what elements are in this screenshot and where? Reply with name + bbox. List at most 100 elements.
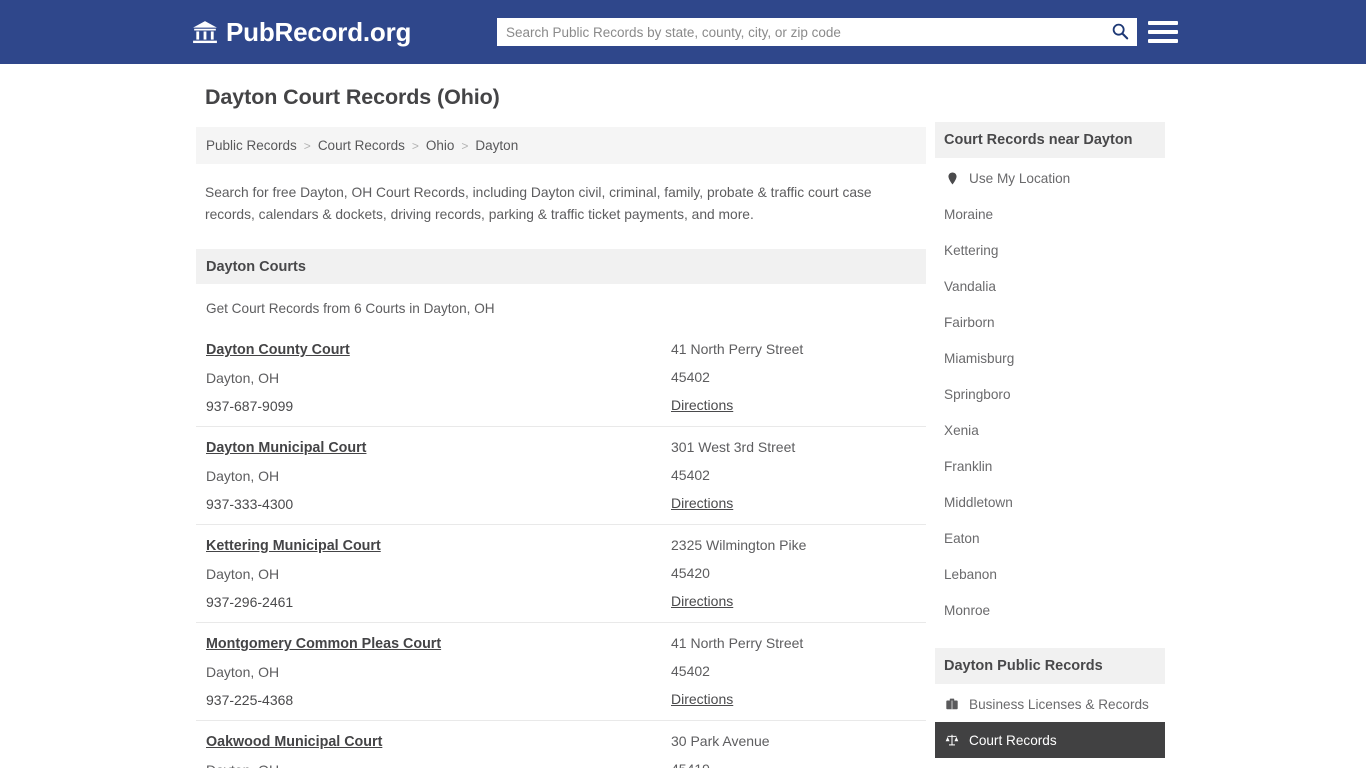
breadcrumb-separator: > (411, 138, 419, 153)
court-location: 41 North Perry Street 45402 Directions (671, 341, 926, 415)
sidebar-item-label: Court Records (969, 732, 1057, 748)
directions-link[interactable]: Directions (671, 593, 733, 609)
court-row: Montgomery Common Pleas Court Dayton, OH 9… (196, 622, 926, 720)
page-title: Dayton Court Records (Ohio) (205, 85, 500, 109)
briefcase-icon (944, 696, 960, 712)
sidebar-item-label: Lebanon (944, 566, 997, 582)
sidebar-item-monroe[interactable]: Monroe (935, 592, 1165, 628)
sidebar-item-court-records[interactable]: Court Records (935, 722, 1165, 758)
sidebar-item-franklin[interactable]: Franklin (935, 448, 1165, 484)
court-info: Kettering Municipal Court Dayton, OH 937-2… (206, 537, 671, 611)
breadcrumb-separator: > (461, 138, 469, 153)
court-name-link[interactable]: Dayton County Court (206, 342, 350, 358)
sidebar-item-moraine[interactable]: Moraine (935, 196, 1165, 232)
sidebar-item-business-licenses-records[interactable]: Business Licenses & Records (935, 686, 1165, 722)
site-logo[interactable]: PubRecord.org (192, 17, 411, 48)
sidebar-item-label: Eaton (944, 530, 980, 546)
sidebar-item-label: Xenia (944, 422, 979, 438)
court-row: Kettering Municipal Court Dayton, OH 937-2… (196, 524, 926, 622)
court-location: 30 Park Avenue45419Directions (671, 733, 926, 768)
court-phone: 937-296-2461 (206, 594, 294, 610)
search-button[interactable] (1103, 18, 1137, 46)
sidebar-item-miamisburg[interactable]: Miamisburg (935, 340, 1165, 376)
sidebar-near-list: Use My Location Moraine Kettering Vandalia F… (935, 160, 1165, 628)
directions-link[interactable]: Directions (671, 397, 733, 413)
sidebar-item-label: Middletown (944, 494, 1013, 510)
court-city: Dayton, OH (206, 370, 280, 386)
section-header-dayton-courts: Dayton Courts (196, 249, 926, 284)
main-content: Dayton Court Records (Ohio) Public Recor… (196, 85, 926, 768)
court-info: Dayton Municipal Court Dayton, OH 937-333-… (206, 439, 671, 513)
court-info: Oakwood Municipal CourtDayton, OH937-293… (206, 733, 671, 768)
sidebar-item-kettering[interactable]: Kettering (935, 232, 1165, 268)
court-phone: 937-333-4300 (206, 496, 294, 512)
court-city: Dayton, OH (206, 762, 671, 768)
scales-icon (944, 732, 960, 748)
sidebar-item-label: Fairborn (944, 314, 995, 330)
breadcrumb-item-dayton: Dayton (475, 138, 519, 153)
search-bar (497, 18, 1137, 46)
court-name-link[interactable]: Montgomery Common Pleas Court (206, 636, 441, 652)
sidebar-records-title: Dayton Public Records (944, 658, 1103, 674)
directions-link[interactable]: Directions (671, 691, 733, 707)
sidebar-item-label: Springboro (944, 386, 1011, 402)
search-input[interactable] (497, 19, 1103, 45)
breadcrumb: Public Records > Court Records > Ohio > … (196, 127, 926, 164)
court-info: Montgomery Common Pleas Court Dayton, OH 9… (206, 635, 671, 709)
breadcrumb-separator: > (303, 138, 311, 153)
court-list: Dayton County Court Dayton, OH 937-687-909… (196, 329, 926, 768)
court-name-link[interactable]: Dayton Municipal Court (206, 440, 366, 456)
sidebar-item-xenia[interactable]: Xenia (935, 412, 1165, 448)
breadcrumb-item-ohio[interactable]: Ohio (426, 138, 455, 153)
court-address: 41 North Perry Street (671, 341, 804, 357)
court-phone: 937-225-4368 (206, 692, 294, 708)
court-location: 2325 Wilmington Pike 45420 Directions (671, 537, 926, 611)
court-address: 30 Park Avenue (671, 733, 770, 749)
sidebar-header-near-dayton: Court Records near Dayton (935, 122, 1165, 158)
bank-building-icon (192, 20, 218, 44)
sidebar-item-middletown[interactable]: Middletown (935, 484, 1165, 520)
section-subtitle: Get Court Records from 6 Courts in Dayto… (206, 301, 495, 316)
search-icon (1111, 22, 1129, 43)
sidebar-item-label: Monroe (944, 602, 991, 618)
court-name-link[interactable]: Oakwood Municipal Court (206, 734, 382, 750)
page-description: Search for free Dayton, OH Court Records… (205, 185, 872, 222)
directions-link[interactable]: Directions (671, 495, 733, 511)
sidebar-item-use-my-location[interactable]: Use My Location (935, 160, 1165, 196)
sidebar-item-label: Franklin (944, 458, 993, 474)
sidebar-item-lebanon[interactable]: Lebanon (935, 556, 1165, 592)
court-row: Dayton County Court Dayton, OH 937-687-909… (196, 329, 926, 426)
sidebar-near-title: Court Records near Dayton (944, 132, 1133, 148)
court-name-link[interactable]: Kettering Municipal Court (206, 538, 381, 554)
sidebar-item-label: Use My Location (969, 170, 1071, 186)
court-zip: 45420 (671, 565, 710, 581)
court-zip: 45402 (671, 663, 710, 679)
sidebar-item-vandalia[interactable]: Vandalia (935, 268, 1165, 304)
breadcrumb-item-public-records[interactable]: Public Records (206, 138, 297, 153)
court-zip: 45419 (671, 761, 926, 768)
court-zip: 45402 (671, 369, 710, 385)
court-city: Dayton, OH (206, 664, 280, 680)
court-address: 301 West 3rd Street (671, 439, 796, 455)
court-info: Dayton County Court Dayton, OH 937-687-909… (206, 341, 671, 415)
site-header: PubRecord.org (0, 0, 1366, 64)
court-row: Dayton Municipal Court Dayton, OH 937-333-… (196, 426, 926, 524)
sidebar-item-label: Moraine (944, 206, 994, 222)
court-city: Dayton, OH (206, 566, 280, 582)
court-zip: 45402 (671, 467, 710, 483)
breadcrumb-item-court-records[interactable]: Court Records (318, 138, 405, 153)
sidebar: Court Records near Dayton Use My Locatio… (935, 122, 1165, 758)
sidebar-item-label: Vandalia (944, 278, 996, 294)
map-pin-icon (944, 170, 960, 186)
sidebar-item-eaton[interactable]: Eaton (935, 520, 1165, 556)
court-row: Oakwood Municipal CourtDayton, OH937-293… (196, 720, 926, 768)
court-city: Dayton, OH (206, 468, 280, 484)
hamburger-menu-icon[interactable] (1148, 17, 1178, 47)
court-phone: 937-687-9099 (206, 398, 294, 414)
sidebar-item-label: Kettering (944, 242, 999, 258)
court-address: 2325 Wilmington Pike (671, 537, 807, 553)
sidebar-item-springboro[interactable]: Springboro (935, 376, 1165, 412)
sidebar-item-fairborn[interactable]: Fairborn (935, 304, 1165, 340)
sidebar-item-label: Miamisburg (944, 350, 1015, 366)
sidebar-header-public-records: Dayton Public Records (935, 648, 1165, 684)
